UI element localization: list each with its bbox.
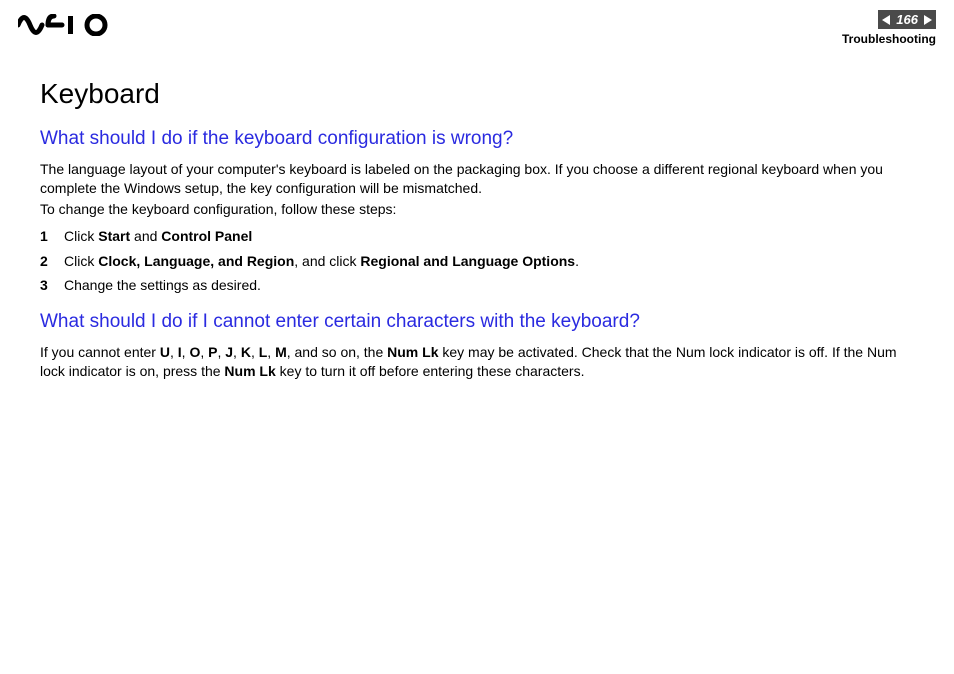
vaio-logo (18, 14, 114, 36)
q1-para1: The language layout of your computer's k… (40, 160, 914, 198)
question-2-heading: What should I do if I cannot enter certa… (40, 311, 914, 333)
q1-para2: To change the keyboard configuration, fo… (40, 200, 914, 219)
step-text: Change the settings as desired. (64, 276, 261, 295)
step-item: 1Click Start and Control Panel (40, 227, 914, 246)
step-item: 2Click Clock, Language, and Region, and … (40, 252, 914, 271)
step-number: 1 (40, 227, 64, 246)
step-number: 2 (40, 252, 64, 271)
page-number-nav: 166 (878, 10, 936, 29)
section-label: Troubleshooting (842, 32, 936, 46)
question-1-heading: What should I do if the keyboard configu… (40, 128, 914, 150)
q2-para: If you cannot enter U, I, O, P, J, K, L,… (40, 343, 914, 381)
step-text: Click Start and Control Panel (64, 227, 252, 246)
q1-steps: 1Click Start and Control Panel2Click Clo… (40, 227, 914, 296)
step-item: 3Change the settings as desired. (40, 276, 914, 295)
prev-page-icon[interactable] (882, 15, 890, 25)
page-number: 166 (896, 12, 918, 27)
next-page-icon[interactable] (924, 15, 932, 25)
step-text: Click Clock, Language, and Region, and c… (64, 252, 579, 271)
page-title: Keyboard (40, 78, 914, 110)
step-number: 3 (40, 276, 64, 295)
